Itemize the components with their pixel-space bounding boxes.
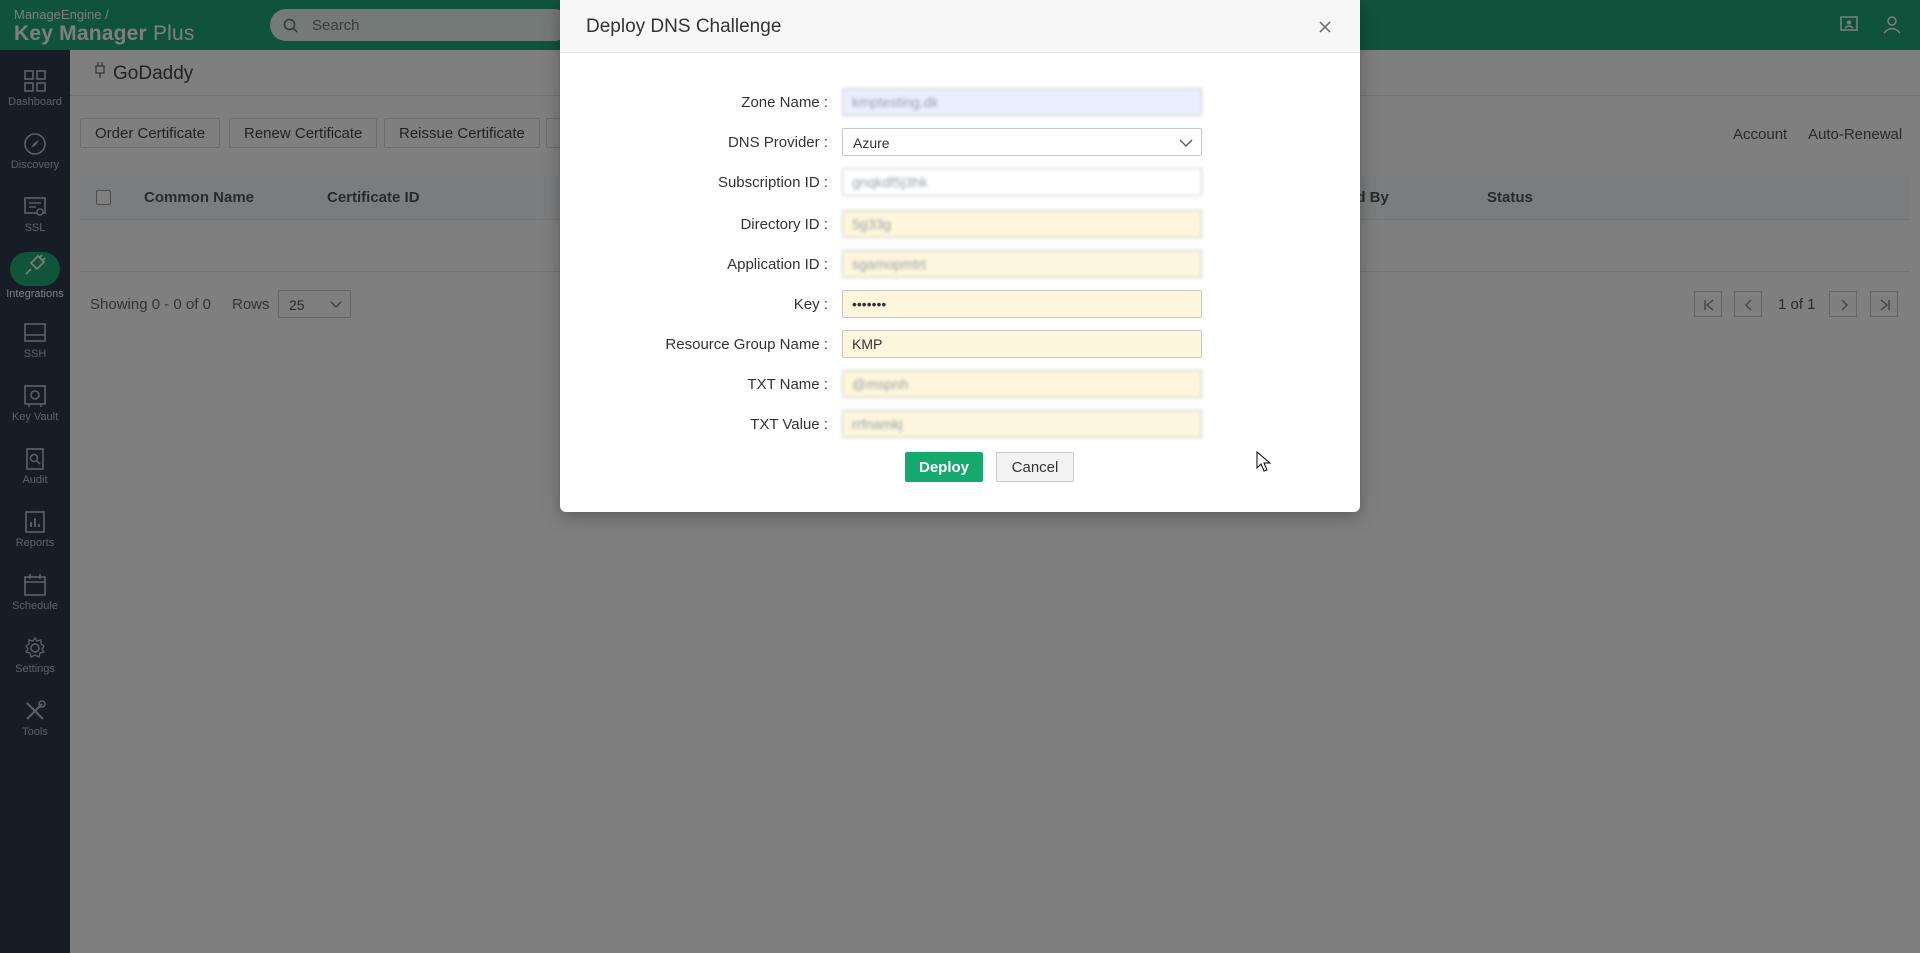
application-id-row: Application ID :	[560, 250, 1360, 280]
txt-value-input[interactable]	[842, 410, 1202, 438]
directory-id-label: Directory ID :	[740, 216, 828, 233]
txt-name-input[interactable]	[842, 370, 1202, 398]
txt-value-row: TXT Value :	[560, 410, 1360, 440]
deploy-button[interactable]: Deploy	[905, 452, 983, 482]
subscription-id-row: Subscription ID :	[560, 168, 1360, 198]
application-id-label: Application ID :	[727, 256, 828, 273]
chevron-down-icon	[1179, 139, 1193, 147]
txt-name-label: TXT Name :	[747, 376, 828, 393]
key-label: Key :	[793, 296, 828, 313]
key-input[interactable]	[842, 290, 1202, 318]
txt-name-row: TXT Name :	[560, 370, 1360, 400]
resource-group-name-row: Resource Group Name :	[560, 330, 1360, 360]
application-id-input[interactable]	[842, 250, 1202, 278]
key-row: Key :	[560, 290, 1360, 320]
dns-provider-select[interactable]: Azure	[842, 128, 1202, 156]
txt-value-label: TXT Value :	[750, 416, 828, 433]
directory-id-input[interactable]	[842, 210, 1202, 238]
close-icon[interactable]	[1316, 18, 1334, 36]
mouse-cursor-icon	[1256, 451, 1272, 472]
zone-name-input[interactable]	[842, 88, 1202, 116]
subscription-id-input[interactable]	[842, 168, 1202, 196]
directory-id-row: Directory ID :	[560, 210, 1360, 240]
resource-group-name-label: Resource Group Name :	[665, 336, 828, 353]
dialog-header: Deploy DNS Challenge	[560, 0, 1360, 53]
zone-name-row: Zone Name :	[560, 88, 1360, 118]
dns-provider-row: DNS Provider : Azure	[560, 128, 1360, 158]
resource-group-name-input[interactable]	[842, 330, 1202, 358]
zone-name-label: Zone Name :	[741, 94, 828, 111]
dialog-title: Deploy DNS Challenge	[586, 16, 782, 37]
subscription-id-label: Subscription ID :	[717, 174, 828, 191]
cancel-button[interactable]: Cancel	[996, 452, 1074, 482]
deploy-dns-challenge-dialog: Deploy DNS Challenge Zone Name : DNS Pro…	[560, 0, 1360, 512]
dns-provider-value: Azure	[853, 135, 890, 151]
dns-provider-label: DNS Provider :	[727, 134, 828, 151]
